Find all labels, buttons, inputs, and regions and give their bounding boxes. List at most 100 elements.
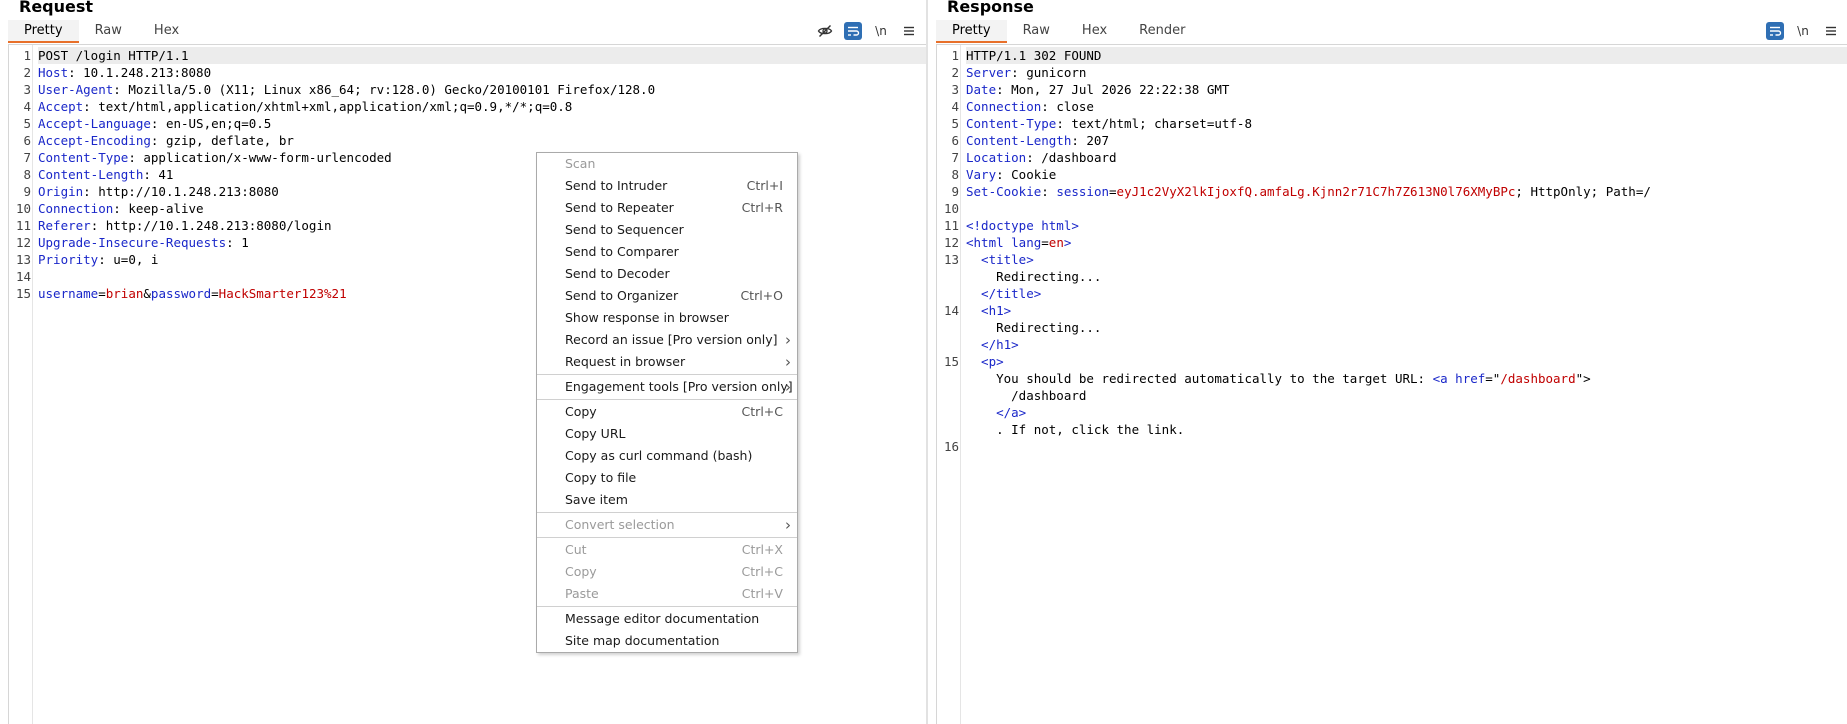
menu-item-label: Show response in browser — [565, 310, 729, 325]
code-token: : gunicorn — [1011, 65, 1087, 80]
line-number: 11 — [15, 218, 31, 233]
chevron-right-icon: › — [785, 353, 791, 371]
response-editor[interactable]: 1 2 3 4 5 6 7 8 9 10 11 12 13 14 15 16 HTTP/1.1 302 FOUN… — [936, 45, 1847, 724]
menu-item-request-in-browser[interactable]: Request in browser › — [537, 351, 797, 373]
code-token: Upgrade-Insecure-Requests — [38, 235, 227, 250]
menu-item-copy-url[interactable]: Copy URL — [537, 423, 797, 445]
request-tabs: Pretty Raw Hex — [8, 20, 195, 44]
menu-item-shortcut: Ctrl+X — [741, 542, 783, 557]
request-tab-raw[interactable]: Raw — [79, 20, 138, 43]
response-tab-render[interactable]: Render — [1123, 20, 1201, 43]
menu-item-label: Send to Decoder — [565, 266, 670, 281]
code-token: HackSmarter123%21 — [218, 286, 347, 301]
code-line: . If not, click the link. — [966, 421, 1847, 438]
line-number: 5 — [951, 116, 959, 131]
line-number: 3 — [951, 82, 959, 97]
code-token: href — [1455, 371, 1486, 386]
menu-item-send-to-organizer[interactable]: Send to Organizer Ctrl+O — [537, 285, 797, 307]
menu-separator — [537, 399, 797, 400]
menu-icon[interactable] — [900, 22, 918, 40]
newline-icon[interactable]: \n — [1794, 22, 1812, 40]
request-tab-pretty[interactable]: Pretty — [8, 20, 79, 43]
menu-item-copy: Copy Ctrl+C — [537, 561, 797, 583]
code-line: <p> — [966, 353, 1847, 370]
code-line: </a> — [966, 404, 1847, 421]
code-token: "> — [1575, 371, 1591, 386]
line-number: 1 — [23, 48, 31, 63]
menu-item-label: Save item — [565, 492, 628, 507]
code-line: /dashboard — [966, 387, 1847, 404]
response-tab-raw[interactable]: Raw — [1007, 20, 1066, 43]
code-token: Content-Length — [38, 167, 144, 182]
code-token: </title> — [966, 286, 1042, 301]
response-tab-pretty[interactable]: Pretty — [936, 20, 1007, 43]
menu-item-send-to-intruder[interactable]: Send to Intruder Ctrl+I — [537, 175, 797, 197]
line-number: 6 — [951, 133, 959, 148]
menu-item-record-an-issue-pro-version-only[interactable]: Record an issue [Pro version only] › — [537, 329, 797, 351]
menu-item-copy[interactable]: Copy Ctrl+C — [537, 401, 797, 423]
code-token: You should be redirected automatically t… — [966, 371, 1433, 386]
menu-item-label: Paste — [565, 586, 599, 601]
code-token: : — [1041, 184, 1057, 199]
code-token: : en-US,en;q=0.5 — [150, 116, 272, 131]
menu-item-label: Send to Sequencer — [565, 222, 684, 237]
menu-separator — [537, 606, 797, 607]
menu-item-send-to-comparer[interactable]: Send to Comparer — [537, 241, 797, 263]
code-token: Connection — [38, 201, 114, 216]
menu-item-send-to-repeater[interactable]: Send to Repeater Ctrl+R — [537, 197, 797, 219]
request-tab-hex[interactable]: Hex — [138, 20, 195, 43]
code-token: : Mozilla/5.0 (X11; Linux x86_64; rv:128… — [113, 82, 656, 97]
menu-separator — [537, 512, 797, 513]
menu-item-site-map-documentation[interactable]: Site map documentation — [537, 630, 797, 652]
eye-slash-icon[interactable] — [816, 22, 834, 40]
menu-item-send-to-decoder[interactable]: Send to Decoder — [537, 263, 797, 285]
menu-item-engagement-tools-pro-version-only[interactable]: Engagement tools [Pro version only] › — [537, 376, 797, 398]
menu-item-copy-as-curl-command-bash[interactable]: Copy as curl command (bash) — [537, 445, 797, 467]
chevron-right-icon: › — [785, 331, 791, 349]
code-token: Location — [966, 150, 1027, 165]
code-token: : Cookie — [996, 167, 1057, 182]
code-token: & — [143, 286, 151, 301]
code-token: Set-Cookie — [966, 184, 1042, 199]
response-tabs: Pretty Raw Hex Render — [936, 20, 1201, 44]
code-line: You should be redirected automatically t… — [966, 370, 1847, 387]
wrap-lines-icon[interactable] — [1766, 22, 1784, 40]
response-tab-hex[interactable]: Hex — [1066, 20, 1123, 43]
code-line: <title> — [966, 251, 1847, 268]
code-token: <p> — [966, 354, 1004, 369]
code-token: Content-Length — [966, 133, 1072, 148]
code-token: Content-Type — [38, 150, 129, 165]
code-token: : gzip, deflate, br — [150, 133, 294, 148]
menu-icon[interactable] — [1822, 22, 1840, 40]
line-number: 14 — [15, 269, 31, 284]
wrap-lines-icon[interactable] — [844, 22, 862, 40]
menu-item-show-response-in-browser[interactable]: Show response in browser — [537, 307, 797, 329]
code-token: <h1> — [966, 303, 1012, 318]
menu-item-label: Send to Intruder — [565, 178, 668, 193]
code-line: </title> — [966, 285, 1847, 302]
menu-item-label: Copy URL — [565, 426, 626, 441]
line-number: 6 — [23, 133, 31, 148]
menu-item-copy-to-file[interactable]: Copy to file — [537, 467, 797, 489]
code-token: =" — [1485, 371, 1501, 386]
code-token: : 10.1.248.213:8080 — [68, 65, 212, 80]
line-number: 14 — [943, 303, 959, 318]
line-number: 2 — [23, 65, 31, 80]
code-token: lang — [1011, 235, 1042, 250]
menu-item-label: Copy to file — [565, 470, 637, 485]
menu-item-save-item[interactable]: Save item — [537, 489, 797, 511]
line-number: 9 — [951, 184, 959, 199]
menu-item-message-editor-documentation[interactable]: Message editor documentation — [537, 608, 797, 630]
newline-icon[interactable]: \n — [872, 22, 890, 40]
code-line: Host: 10.1.248.213:8080 — [38, 64, 926, 81]
code-token: = — [1041, 235, 1049, 250]
code-line: User-Agent: Mozilla/5.0 (X11; Linux x86_… — [38, 81, 926, 98]
code-token: <!doctype html> — [966, 218, 1079, 233]
code-token: /dashboard — [1500, 371, 1576, 386]
line-number: 10 — [15, 201, 31, 216]
code-token: Origin — [38, 184, 84, 199]
code-token: : application/x-www-form-urlencoded — [128, 150, 392, 165]
code-token: POST /login HTTP/1.1 — [38, 48, 189, 63]
menu-item-send-to-sequencer[interactable]: Send to Sequencer — [537, 219, 797, 241]
